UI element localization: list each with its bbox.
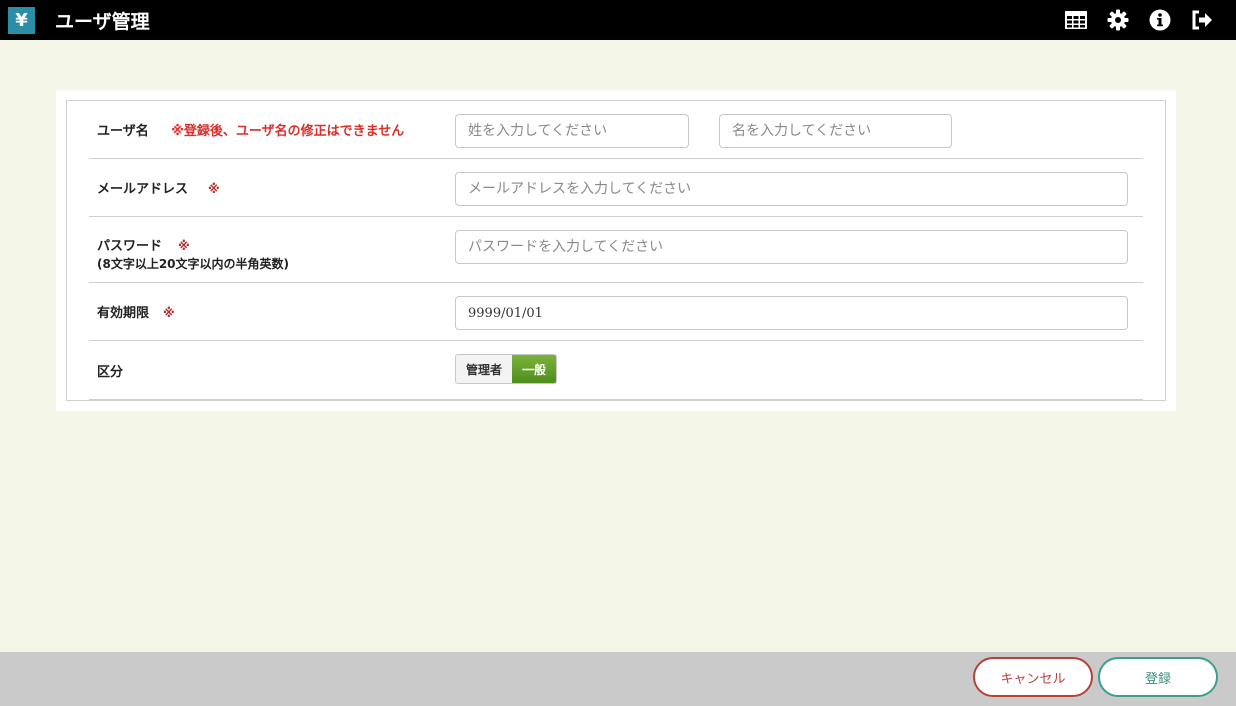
role-option-admin[interactable]: 管理者 bbox=[456, 355, 513, 383]
table-icon[interactable] bbox=[1064, 8, 1088, 32]
password-required-mark: ※ bbox=[178, 239, 190, 253]
expiry-row: 有効期限 ※ bbox=[89, 283, 1143, 341]
role-row: 区分 管理者 一般 bbox=[89, 341, 1143, 400]
email-input[interactable] bbox=[455, 172, 1128, 206]
role-option-general[interactable]: 一般 bbox=[512, 355, 557, 383]
username-row: ユーザ名 ※登録後、ユーザ名の修正はできません bbox=[89, 101, 1143, 159]
register-button[interactable]: 登録 bbox=[1098, 657, 1218, 697]
role-segmented-control: 管理者 一般 bbox=[455, 354, 558, 384]
user-form-card: ユーザ名 ※登録後、ユーザ名の修正はできません メールアドレス ※ パスワード ※ … bbox=[56, 90, 1176, 411]
expiry-required-mark: ※ bbox=[163, 306, 175, 320]
logout-icon[interactable] bbox=[1190, 8, 1214, 32]
expiry-label: 有効期限 bbox=[97, 306, 150, 321]
username-label: ユーザ名 bbox=[97, 124, 149, 139]
username-note: ※登録後、ユーザ名の修正はできません bbox=[171, 124, 405, 139]
email-label: メールアドレス bbox=[97, 182, 189, 197]
password-label: パスワード bbox=[97, 239, 163, 254]
password-hint: (8文字以上20文字以内の半角英数) bbox=[97, 257, 290, 271]
gear-icon[interactable] bbox=[1106, 8, 1130, 32]
expiry-date-input[interactable] bbox=[455, 296, 1128, 330]
email-required-mark: ※ bbox=[208, 182, 220, 196]
email-row: メールアドレス ※ bbox=[89, 159, 1143, 217]
page-title: ユーザ管理 bbox=[55, 10, 150, 33]
user-form: ユーザ名 ※登録後、ユーザ名の修正はできません メールアドレス ※ パスワード ※ … bbox=[66, 100, 1166, 401]
password-row: パスワード ※ (8文字以上20文字以内の半角英数) bbox=[89, 217, 1143, 283]
first-name-input[interactable] bbox=[719, 114, 952, 148]
logo-icon: ¥ bbox=[8, 6, 35, 34]
footer-bar: キャンセル 登録 bbox=[0, 652, 1236, 706]
password-input[interactable] bbox=[455, 230, 1128, 264]
role-label: 区分 bbox=[97, 365, 124, 380]
app-header: ¥ ユーザ管理 bbox=[0, 0, 1236, 40]
header-toolbar bbox=[1064, 0, 1214, 40]
last-name-input[interactable] bbox=[455, 114, 689, 148]
cancel-button[interactable]: キャンセル bbox=[973, 657, 1093, 697]
info-icon[interactable] bbox=[1148, 8, 1172, 32]
